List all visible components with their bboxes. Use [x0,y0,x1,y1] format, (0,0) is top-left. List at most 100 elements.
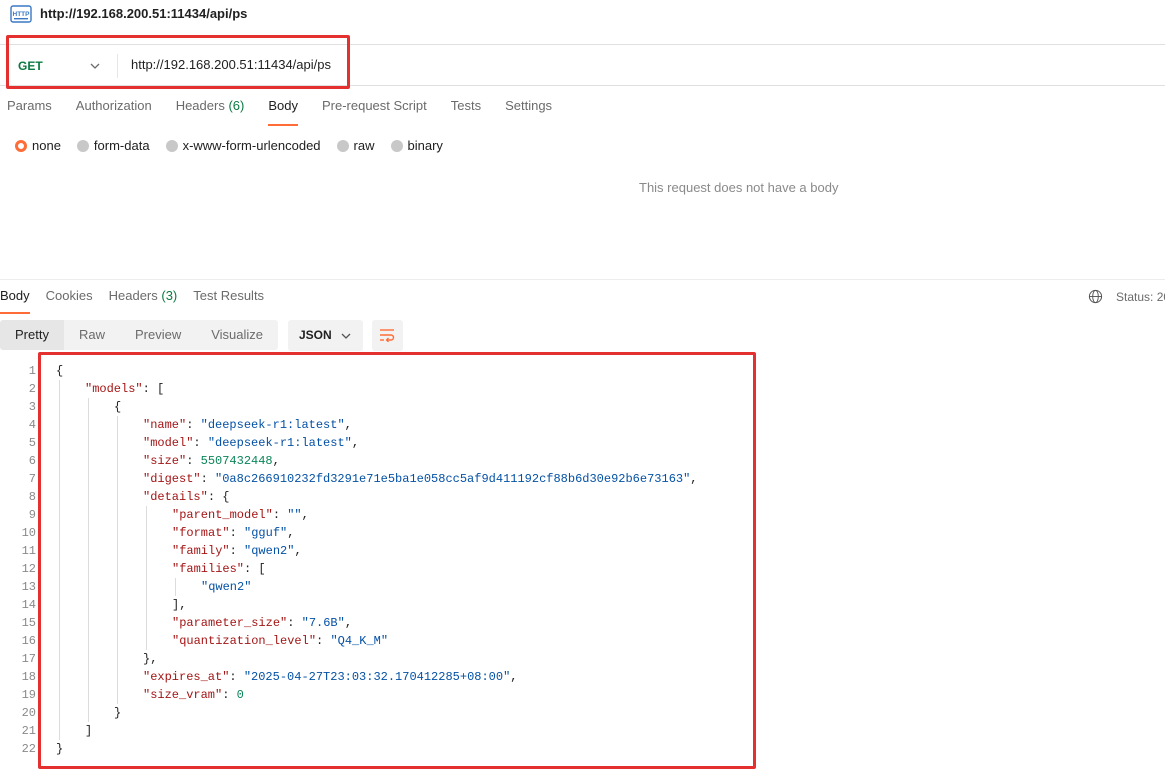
line-number: 5 [28,436,36,450]
title-bar: HTTP http://192.168.200.51:11434/api/ps [0,0,1165,30]
json-punctuation: { [114,400,122,414]
json-key: "parent_model" [172,508,273,522]
tab-tests[interactable]: Tests [451,98,481,126]
response-tabs: Body Cookies Headers (3) Test Results [0,288,280,314]
json-string: "deepseek-r1:latest" [207,436,352,450]
body-option-raw[interactable]: raw [336,138,375,153]
json-string: "Q4_K_M" [330,634,389,648]
line-number: 14 [21,598,36,612]
body-option-label: form-data [93,138,150,153]
line-content: "size": 5507432448, [143,452,280,470]
json-punctuation: : [229,526,245,540]
code-line: 1{ [0,362,760,380]
code-line: 6 "size": 5507432448, [0,452,760,470]
json-number: 0 [236,688,244,702]
json-key: "models" [85,382,143,396]
tab-count: (3) [157,288,178,303]
radio-button[interactable] [390,139,403,152]
tab-label: Test Results [193,288,265,303]
body-option-label: raw [353,138,375,153]
tab-pre-request-script[interactable]: Pre-request Script [322,98,427,126]
tab-label: Headers [175,98,225,113]
chevron-down-icon [341,333,351,339]
url-bar: GET [0,44,1165,86]
url-input[interactable] [131,57,551,72]
json-punctuation: : [229,670,244,684]
json-punctuation: { [56,364,64,378]
line-content: "parent_model": "", [172,506,309,524]
body-option-form-data[interactable]: form-data [76,138,150,153]
json-string: "0a8c266910232fd3291e71e5ba1e058cc5af9d4… [215,472,691,486]
format-label: JSON [299,328,332,342]
line-number: 2 [28,382,36,396]
line-number: 21 [21,724,36,738]
response-tab-headers[interactable]: Headers (3) [109,288,178,314]
body-option-label: x-www-form-urlencoded [182,138,321,153]
json-punctuation: : [186,454,201,468]
json-punctuation: , [344,418,352,432]
body-option-x-www-form-urlencoded[interactable]: x-www-form-urlencoded [165,138,321,153]
line-number: 9 [28,508,36,522]
globe-icon[interactable] [1088,289,1103,304]
line-content: "digest": "0a8c266910232fd3291e71e5ba1e0… [143,470,698,488]
tab-label: Headers [108,288,158,303]
radio-button[interactable] [15,139,27,152]
json-punctuation: , [690,472,698,486]
radio-button[interactable] [336,139,349,152]
chevron-down-icon[interactable] [89,60,101,72]
line-content: "size_vram": 0 [143,686,244,704]
tab-settings[interactable]: Settings [505,98,552,126]
code-line: 10 "format": "gguf", [0,524,760,542]
line-content: { [114,398,121,416]
body-option-none[interactable]: none [15,138,61,153]
response-tab-body[interactable]: Body [0,288,30,314]
radio-button[interactable] [76,139,89,152]
code-line: 16 "quantization_level": "Q4_K_M" [0,632,760,650]
line-content: "models": [ [85,380,164,398]
view-mode-raw[interactable]: Raw [63,320,120,350]
response-body-code[interactable]: 1{2 "models": [3{4 "name": "deepseek-r1:la… [0,362,760,758]
line-content: ] [85,722,92,740]
response-status: Status: 20 [1116,290,1165,304]
body-option-binary[interactable]: binary [390,138,443,153]
line-number: 12 [21,562,36,576]
json-key: "model" [143,436,194,450]
tab-label: Pre-request Script [321,98,427,113]
tab-authorization[interactable]: Authorization [76,98,152,126]
code-line: 5 "model": "deepseek-r1:latest", [0,434,760,452]
json-number: 5507432448 [200,454,273,468]
json-punctuation: : [200,472,216,486]
json-punctuation: }, [143,652,158,666]
view-mode-visualize[interactable]: Visualize [196,320,279,350]
line-number: 13 [21,580,36,594]
radio-button[interactable] [165,139,178,152]
line-content: "family": "qwen2", [172,542,302,560]
tab-label: Body [268,98,298,113]
json-punctuation: , [344,616,353,630]
line-number: 8 [28,490,36,504]
json-punctuation: : [316,634,331,648]
line-content: } [56,740,63,758]
json-punctuation: : [ [142,382,165,396]
json-key: "expires_at" [143,670,230,684]
json-string: "qwen2" [201,580,252,594]
format-select[interactable]: JSON [288,320,363,351]
line-number: 4 [28,418,36,432]
response-tab-cookies[interactable]: Cookies [46,288,93,314]
method-select[interactable]: GET [18,59,43,73]
code-line: 20} [0,704,760,722]
json-punctuation: , [272,454,280,468]
view-mode-preview[interactable]: Preview [119,320,197,350]
json-string: "deepseek-r1:latest" [200,418,345,432]
tab-params[interactable]: Params [7,98,52,126]
tab-headers[interactable]: Headers (6) [176,98,245,126]
wrap-lines-button[interactable] [372,320,403,351]
view-mode-tabs: Pretty Raw Preview Visualize [0,320,279,350]
tab-body[interactable]: Body [268,98,298,126]
view-mode-pretty[interactable]: Pretty [0,320,64,350]
code-line: 9 "parent_model": "", [0,506,760,524]
json-punctuation: } [56,742,64,756]
response-tab-test-results[interactable]: Test Results [193,288,264,314]
line-content: "expires_at": "2025-04-27T23:03:32.17041… [143,668,517,686]
svg-text:HTTP: HTTP [13,11,31,18]
